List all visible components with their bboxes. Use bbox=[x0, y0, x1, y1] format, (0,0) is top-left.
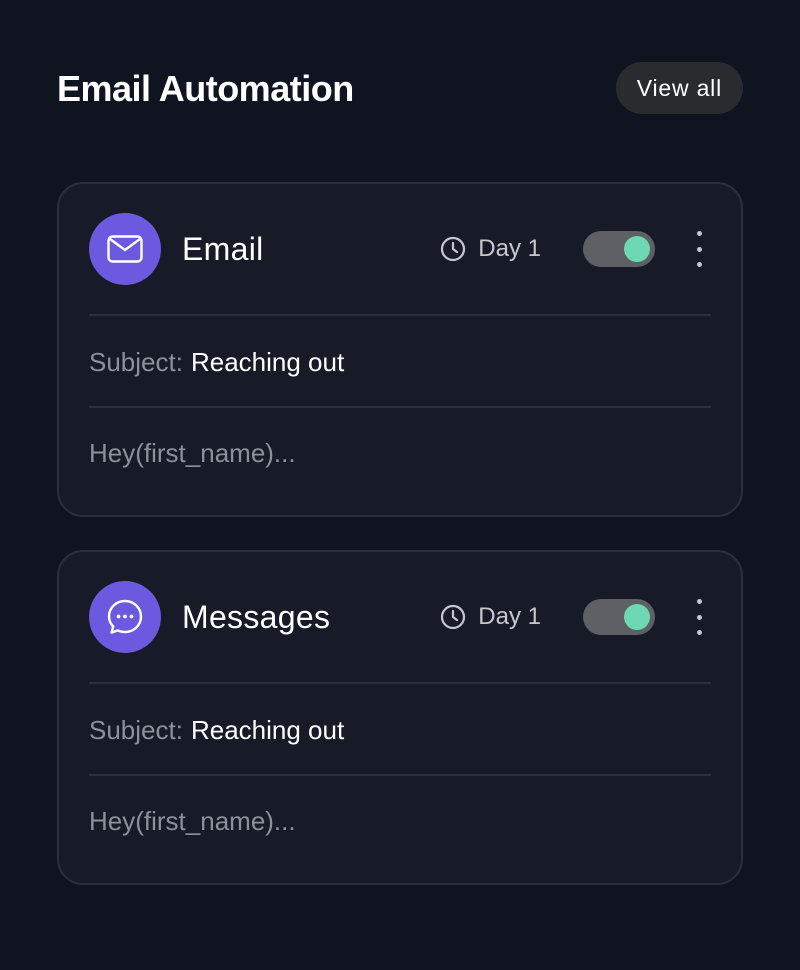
automation-card-messages: Messages Day 1 Subject: Reaching out Hey… bbox=[57, 550, 743, 885]
subject-value: Reaching out bbox=[190, 346, 345, 377]
toggle-knob bbox=[624, 604, 650, 630]
view-all-button[interactable]: View all bbox=[615, 62, 743, 114]
card-header: Email Day 1 bbox=[89, 184, 711, 316]
panel-header: Email Automation View all bbox=[57, 0, 743, 182]
schedule: Day 1 bbox=[440, 235, 541, 263]
message-preview: Hey(first_name)... bbox=[89, 437, 296, 468]
subject-row: Subject: Reaching out bbox=[89, 316, 711, 408]
enable-toggle[interactable] bbox=[583, 231, 655, 267]
automation-card-email: Email Day 1 Subject: Reaching out Hey(fi… bbox=[57, 182, 743, 517]
enable-toggle[interactable] bbox=[583, 599, 655, 635]
subject-label: Subject: bbox=[89, 346, 183, 377]
schedule: Day 1 bbox=[440, 603, 541, 631]
more-options-icon[interactable] bbox=[689, 229, 709, 269]
subject-label: Subject: bbox=[89, 714, 183, 745]
toggle-knob bbox=[624, 236, 650, 262]
card-title: Messages bbox=[182, 598, 331, 635]
card-header: Messages Day 1 bbox=[89, 552, 711, 684]
page-title: Email Automation bbox=[57, 68, 354, 109]
clock-icon bbox=[440, 604, 466, 630]
subject-value: Reaching out bbox=[190, 714, 345, 745]
email-automation-panel: Email Automation View all Email Day 1 Su… bbox=[0, 0, 800, 970]
subject-row: Subject: Reaching out bbox=[89, 684, 711, 776]
clock-icon bbox=[440, 236, 466, 262]
message-preview: Hey(first_name)... bbox=[89, 805, 296, 836]
schedule-label: Day 1 bbox=[478, 603, 541, 630]
chat-bubble-icon bbox=[89, 581, 161, 653]
card-title: Email bbox=[182, 230, 264, 267]
mail-icon bbox=[89, 213, 161, 285]
more-options-icon[interactable] bbox=[689, 597, 709, 637]
schedule-label: Day 1 bbox=[478, 235, 541, 262]
